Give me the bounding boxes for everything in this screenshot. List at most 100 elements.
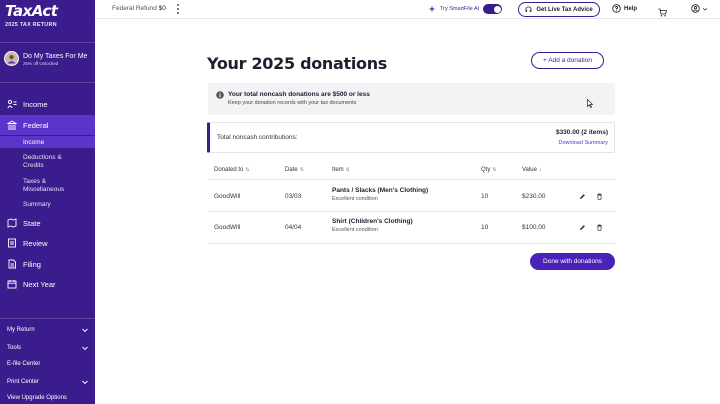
review-icon [8,238,16,248]
sidebar-bottom-label: Tools [7,345,22,351]
sidebar-tools[interactable]: Tools [7,344,89,352]
sort-icon: ⇅ [345,167,350,173]
subnav-item-income[interactable]: Income [23,139,44,147]
chevron-down-icon [82,346,88,351]
help-icon [612,4,621,13]
live-tax-advice-label: Get Live Tax Advice [536,6,593,13]
info-banner: Your total noncash donations are $500 or… [208,83,615,115]
smartfile-ai-toggle[interactable]: Try SmartFile AI [428,4,503,14]
sidebar-item-filing[interactable]: Filing [0,255,95,273]
sidebar-item-label: Federal [23,120,49,130]
subnav-item-summary[interactable]: Summary [23,201,51,209]
item-condition: Excellent condition [332,227,378,233]
smartfile-ai-label: Try SmartFile AI [440,6,480,12]
sidebar-item-federal[interactable]: Federal [0,115,95,135]
help-button[interactable]: Help [612,4,637,13]
header-label: Item [332,167,344,173]
subnav-active-highlight [0,136,95,148]
mouse-cursor-icon [587,99,593,108]
sidebar-efile-center[interactable]: E-file Center [7,361,89,367]
sidebar-bottom-label: View Upgrade Options [7,395,67,401]
chevron-down-icon [702,7,708,11]
cell-donated-to: GoodWill [214,224,241,231]
sidebar-divider [0,318,95,319]
chevron-down-icon [82,380,88,385]
column-header-value[interactable]: Value ↓ [522,167,541,173]
edit-icon[interactable] [579,224,586,231]
cart-button[interactable] [658,4,668,22]
sidebar-bottom-label: E-file Center [7,361,41,367]
cell-qty: 10 [481,193,489,200]
subnav-item-taxes-misc[interactable]: Taxes & Miscellaneous [23,178,73,194]
sidebar-item-income[interactable]: Income [0,95,95,113]
sidebar-bottom-label: Print Center [7,379,40,385]
person-icon [7,55,16,64]
sidebar-bottom-label: My Return [7,327,35,333]
sidebar-item-label: Filing [23,259,41,269]
sidebar-print-center[interactable]: Print Center [7,378,89,386]
cell-date: 04/04 [285,224,302,231]
sidebar-item-next-year[interactable]: Next Year [0,275,95,293]
sidebar-item-state[interactable]: State [0,214,95,232]
chevron-down-icon [82,328,88,333]
total-label: Total noncash contributions: [217,134,298,141]
header-label: Value [522,167,537,173]
sidebar: TaxAct 2025 TAX RETURN Do My Taxes For M… [0,0,95,404]
cell-value: $100.00 [522,224,546,231]
header-label: Date [285,167,298,173]
sort-desc-icon: ↓ [538,167,542,173]
delete-icon[interactable] [596,193,603,200]
cell-donated-to: GoodWill [214,193,241,200]
cell-value: $230.00 [522,193,546,200]
more-options-icon[interactable] [175,3,181,15]
sidebar-item-label: State [23,218,41,228]
toggle-switch[interactable] [483,4,503,14]
taxact-logo[interactable]: TaxAct [5,2,58,20]
total-contributions-box: Total noncash contributions: $330.00 (2 … [207,122,615,153]
federal-refund: Federal Refund $0 [112,5,166,12]
account-menu[interactable] [691,4,708,13]
cart-icon [658,8,668,17]
sidebar-my-return[interactable]: My Return [7,326,89,334]
add-donation-button[interactable]: + Add a donation [531,52,604,69]
sidebar-item-label: Next Year [23,279,56,289]
edit-icon[interactable] [579,193,586,200]
income-icon [7,99,17,109]
refund-value: $0 [158,5,166,12]
refund-label: Federal Refund [112,5,157,12]
headset-icon [525,6,532,12]
top-bar: Federal Refund $0 Try SmartFile AI Get L… [95,0,720,19]
sparkle-icon [428,5,436,13]
download-summary-link[interactable]: Download Summary [558,140,608,146]
cell-item: Shirt (Children's Clothing) Excellent co… [332,218,413,233]
sort-icon: ⇅ [492,167,497,173]
plan-card[interactable]: Do My Taxes For Me 25% off Unlocked [4,51,87,67]
sort-icon: ⇅ [299,167,304,173]
subnav-item-deductions-credits[interactable]: Deductions & Credits [23,154,73,170]
sidebar-divider [0,82,95,83]
bank-icon [7,120,17,130]
info-title: Your total noncash donations are $500 or… [228,91,370,98]
plan-name: Do My Taxes For Me [23,53,88,60]
avatar [4,51,19,66]
live-tax-advice-button[interactable]: Get Live Tax Advice [518,2,600,17]
column-header-qty[interactable]: Qty ⇅ [481,167,497,173]
cell-item: Pants / Slacks (Men's Clothing) Excellen… [332,187,428,202]
sidebar-item-review[interactable]: Review [0,234,95,252]
sidebar-view-upgrade-options[interactable]: View Upgrade Options [7,395,89,401]
column-header-item[interactable]: Item ⇅ [332,167,350,173]
header-label: Donated to [214,167,244,173]
column-header-donated-to[interactable]: Donated to ⇅ [214,167,250,173]
page-title: Your 2025 donations [207,54,388,73]
table-header: Donated to ⇅ Date ⇅ Item ⇅ Qty ⇅ Value ↓ [208,162,615,180]
calendar-icon [7,280,17,289]
sidebar-item-label: Review [23,238,48,248]
column-header-date[interactable]: Date ⇅ [285,167,304,173]
filing-icon [8,259,16,269]
header-label: Qty [481,167,491,173]
help-label: Help [624,5,638,12]
delete-icon[interactable] [596,224,603,231]
sidebar-divider [0,42,95,43]
done-with-donations-button[interactable]: Done with donations [530,253,615,270]
info-subtitle: Keep your donation records with your tax… [228,100,357,106]
